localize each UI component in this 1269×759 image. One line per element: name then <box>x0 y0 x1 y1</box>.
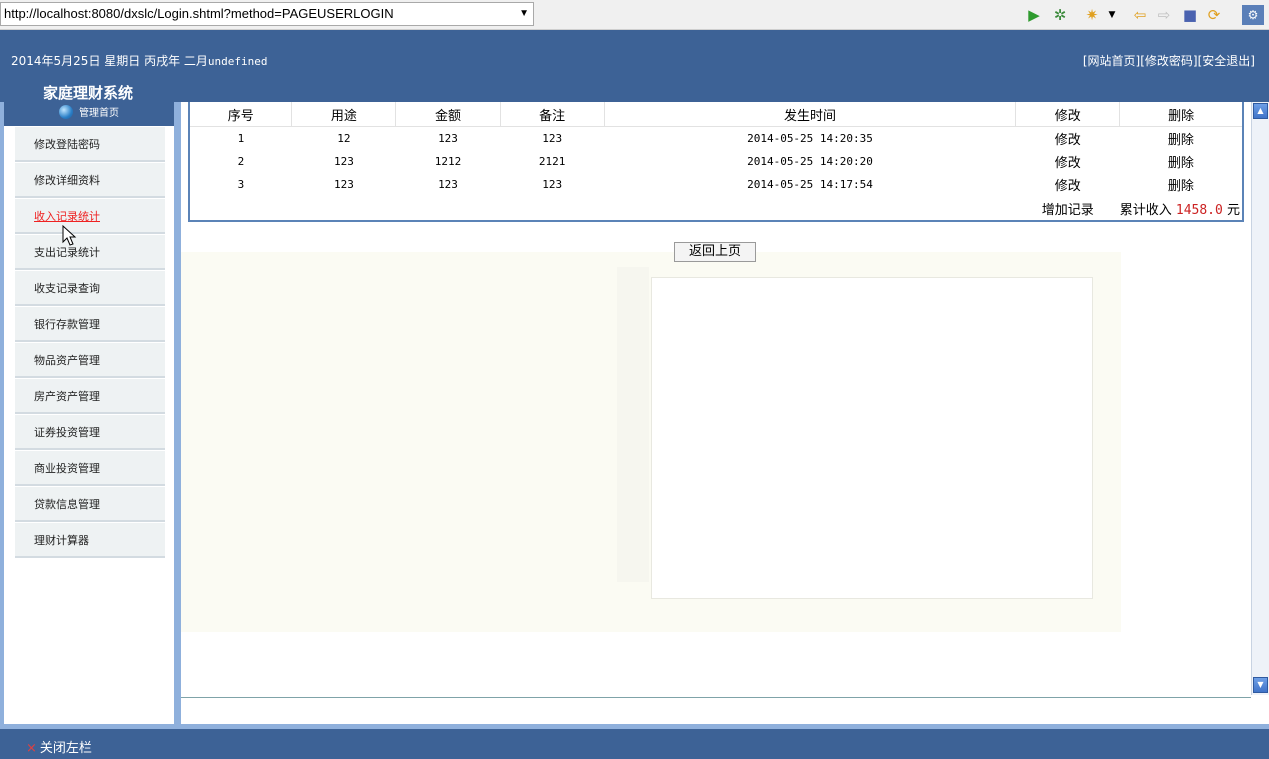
sidebar-item-business-investment[interactable]: 商业投资管理 <box>15 451 165 486</box>
globe-icon <box>59 105 73 119</box>
back-arrow-icon[interactable]: ⇦ <box>1130 5 1150 25</box>
sidebar-item-edit-profile[interactable]: 修改详细资料 <box>15 163 165 198</box>
perspective-icon[interactable]: ⚙ <box>1242 5 1264 25</box>
address-bar[interactable]: http://localhost:8080/dxslc/Login.shtml?… <box>0 2 534 26</box>
table-header-row: 序号 用途 金额 备注 发生时间 修改 删除 <box>189 102 1244 127</box>
total-income-value: 1458.0 <box>1175 202 1223 218</box>
edit-link[interactable]: 修改 <box>1016 173 1120 196</box>
table-row: 1 12 123 123 2014-05-25 14:20:35 修改 删除 <box>189 127 1243 151</box>
sidebar-item-bank-deposit[interactable]: 银行存款管理 <box>15 307 165 342</box>
sidebar-item-record-query[interactable]: 收支记录查询 <box>15 271 165 306</box>
cell-amount: 1212 <box>434 155 462 168</box>
cell-purpose: 123 <box>333 155 354 168</box>
external-tools-icon[interactable]: ✷ <box>1082 5 1102 25</box>
close-sidebar-button[interactable]: × 关闭左栏 <box>26 737 92 756</box>
cell-time: 2014-05-25 14:20:20 <box>747 155 873 168</box>
sidebar-item-property-assets[interactable]: 房产资产管理 <box>15 379 165 414</box>
date-undefined-text: undefined <box>207 55 268 68</box>
cell-no: 1 <box>237 132 245 145</box>
background-divider <box>617 267 649 582</box>
sidebar-item-change-login-password[interactable]: 修改登陆密码 <box>15 127 165 162</box>
scroll-up-icon[interactable]: ▲ <box>1253 103 1268 119</box>
sidebar: 管理首页 修改登陆密码 修改详细资料 收入记录统计 支出记录统计 收支记录查询 … <box>4 102 174 724</box>
col-header-edit: 修改 <box>1015 102 1121 127</box>
browser-toolbar: http://localhost:8080/dxslc/Login.shtml?… <box>0 0 1269 30</box>
delete-link[interactable]: 删除 <box>1120 173 1243 196</box>
sidebar-item-finance-calculator[interactable]: 理财计算器 <box>15 523 165 558</box>
cell-amount: 123 <box>438 178 458 191</box>
sidebar-item-securities[interactable]: 证券投资管理 <box>15 415 165 450</box>
col-header-amount: 金额 <box>395 102 501 127</box>
page-header: 2014年5月25日 星期日 丙戌年 二月undefined [网站首页][修改… <box>0 30 1269 102</box>
income-records-table: 序号 用途 金额 备注 发生时间 修改 删除 1 12 123 123 2014… <box>188 102 1244 222</box>
sidebar-menu: 修改登陆密码 修改详细资料 收入记录统计 支出记录统计 收支记录查询 银行存款管… <box>15 127 165 559</box>
total-income-unit: 元 <box>1226 202 1240 218</box>
col-header-no: 序号 <box>189 102 293 127</box>
cell-time: 2014-05-25 14:20:35 <box>747 132 873 145</box>
scroll-down-icon[interactable]: ▼ <box>1253 677 1268 693</box>
cell-note: 123 <box>542 132 563 145</box>
cell-note: 2121 <box>538 155 566 168</box>
url-text: http://localhost:8080/dxslc/Login.shtml?… <box>4 6 394 21</box>
sidebar-item-income-stats[interactable]: 收入记录统计 <box>15 199 165 234</box>
debug-icon[interactable]: ✲ <box>1050 5 1070 25</box>
edit-link[interactable]: 修改 <box>1016 150 1120 173</box>
close-sidebar-label: 关闭左栏 <box>39 741 92 756</box>
sidebar-item-loan-info[interactable]: 贷款信息管理 <box>15 487 165 522</box>
date-text: 2014年5月25日 星期日 丙戌年 二月 <box>11 54 208 68</box>
cell-purpose: 12 <box>337 132 351 145</box>
system-title: 家庭理财系统 <box>43 84 134 102</box>
col-header-delete: 删除 <box>1119 102 1244 127</box>
forward-arrow-icon[interactable]: ⇨ <box>1154 5 1174 25</box>
sidebar-item-goods-assets[interactable]: 物品资产管理 <box>15 343 165 378</box>
mouse-cursor-icon <box>62 225 77 246</box>
edit-link[interactable]: 修改 <box>1016 127 1120 151</box>
col-header-time: 发生时间 <box>604 102 1017 127</box>
background-frame <box>651 277 1093 599</box>
tools-dropdown-icon[interactable]: ▼ <box>1102 5 1122 25</box>
cell-amount: 123 <box>438 132 458 145</box>
summary-spacer <box>189 196 1016 221</box>
run-icon[interactable]: ▶ <box>1024 5 1044 25</box>
add-record-link[interactable]: 增加记录 <box>1016 196 1120 221</box>
header-date: 2014年5月25日 星期日 丙戌年 二月undefined <box>11 52 268 69</box>
col-header-note: 备注 <box>500 102 605 127</box>
cell-purpose: 123 <box>333 178 354 191</box>
url-dropdown-icon[interactable]: ▼ <box>519 3 529 25</box>
header-links: [网站首页][修改密码][安全退出] <box>1083 52 1255 69</box>
change-password-link[interactable]: [修改密码] <box>1140 54 1197 68</box>
logout-link[interactable]: [安全退出] <box>1198 54 1255 68</box>
vertical-scrollbar[interactable]: ▲ ▼ <box>1251 102 1269 695</box>
summary-row: 增加记录 累计收入 1458.0 元 <box>189 196 1243 221</box>
delete-link[interactable]: 删除 <box>1120 127 1243 151</box>
left-frame: 管理首页 修改登陆密码 修改详细资料 收入记录统计 支出记录统计 收支记录查询 … <box>0 102 181 724</box>
total-income: 累计收入 1458.0 元 <box>1120 196 1243 221</box>
main-content: 序号 用途 金额 备注 发生时间 修改 删除 1 12 123 123 2014… <box>181 102 1251 724</box>
sidebar-item-expense-stats[interactable]: 支出记录统计 <box>15 235 165 270</box>
refresh-icon[interactable]: ⟳ <box>1204 5 1224 25</box>
back-button[interactable]: 返回上页 <box>674 242 756 262</box>
close-icon: × <box>26 741 37 756</box>
site-home-link[interactable]: [网站首页] <box>1083 54 1140 68</box>
table-row: 3 123 123 123 2014-05-25 14:17:54 修改 删除 <box>189 173 1243 196</box>
main-divider <box>181 697 1251 698</box>
sidebar-home[interactable]: 管理首页 <box>4 102 174 126</box>
total-income-label: 累计收入 <box>1119 202 1172 218</box>
cell-time: 2014-05-25 14:17:54 <box>747 178 873 191</box>
page-footer: × 关闭左栏 <box>0 729 1269 759</box>
stop-icon[interactable]: ■ <box>1180 5 1200 25</box>
cell-no: 3 <box>237 178 245 191</box>
home-label: 管理首页 <box>79 108 119 119</box>
table-row: 2 123 1212 2121 2014-05-25 14:20:20 修改 删… <box>189 150 1243 173</box>
cell-no: 2 <box>237 155 245 168</box>
delete-link[interactable]: 删除 <box>1120 150 1243 173</box>
cell-note: 123 <box>542 178 563 191</box>
col-header-purpose: 用途 <box>291 102 397 127</box>
